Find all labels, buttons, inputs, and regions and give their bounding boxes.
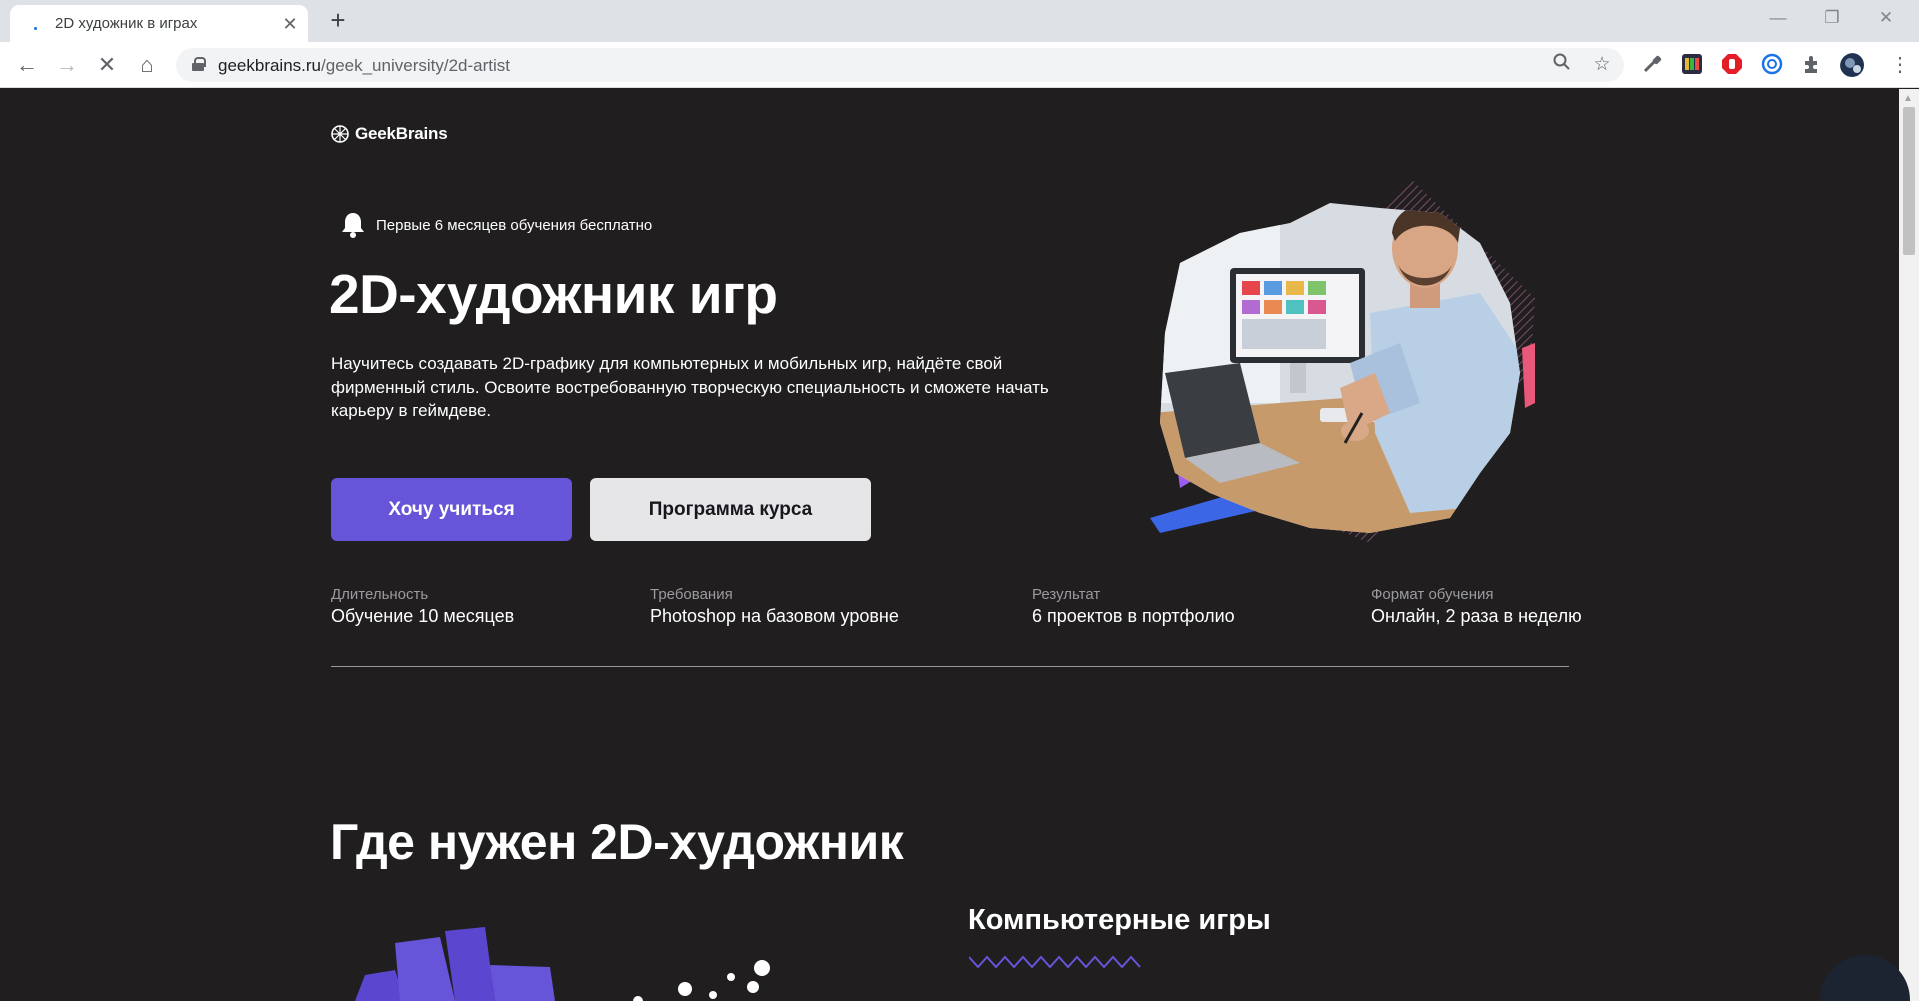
fact-value: Онлайн, 2 раза в неделю xyxy=(1371,606,1582,626)
logo-text: GeekBrains xyxy=(355,124,448,143)
browser-tab[interactable]: 2D художник в играх ✕ xyxy=(10,5,308,42)
url-text[interactable]: geekbrains.ru/geek_university/2d-artist xyxy=(218,56,510,76)
fact-requirements: Требования Photoshop на базовом уровне xyxy=(650,586,899,627)
scroll-up-arrow-icon[interactable]: ▲ xyxy=(1903,93,1913,104)
zoom-icon[interactable] xyxy=(1550,53,1574,77)
promo-banner: Первые 6 месяцев обучения бесплатно xyxy=(340,211,652,239)
extensions-puzzle-icon[interactable] xyxy=(1800,53,1824,77)
minimize-window-button[interactable]: — xyxy=(1756,6,1800,30)
new-tab-button[interactable]: + xyxy=(326,6,350,34)
address-bar[interactable]: geekbrains.ru/geek_university/2d-artist … xyxy=(176,48,1624,82)
color-extension-icon[interactable] xyxy=(1680,53,1704,77)
restore-window-button[interactable]: ❐ xyxy=(1810,6,1854,30)
hero-artist-image xyxy=(1150,178,1535,543)
scrollbar-thumb[interactable] xyxy=(1903,107,1915,255)
page-title: 2D-художник игр xyxy=(329,263,778,325)
fact-duration: Длительность Обучение 10 месяцев xyxy=(331,586,514,627)
site-logo[interactable]: GeekBrains xyxy=(331,124,448,144)
section-divider xyxy=(331,666,1569,667)
eyedropper-extension-icon[interactable] xyxy=(1640,53,1664,77)
fact-result: Результат 6 проектов в портфолио xyxy=(1032,586,1235,627)
forward-button[interactable]: → xyxy=(53,51,81,79)
bell-icon xyxy=(342,213,364,238)
fact-label: Длительность xyxy=(331,586,429,603)
loading-favicon-icon xyxy=(32,21,42,31)
promo-text: Первые 6 месяцев обучения бесплатно xyxy=(376,216,653,234)
fact-format: Формат обучения Онлайн, 2 раза в неделю xyxy=(1371,586,1582,627)
geekbrains-logo-icon xyxy=(331,125,349,143)
home-button[interactable]: ⌂ xyxy=(133,51,161,79)
fact-label: Формат обучения xyxy=(1371,586,1494,603)
fact-value: Обучение 10 месяцев xyxy=(331,606,515,626)
section-subtitle: Компьютерные игры xyxy=(968,904,1271,936)
browser-tabstrip: 2D художник в играх ✕ + — ❐ ✕ xyxy=(0,0,1919,42)
fact-label: Требования xyxy=(650,586,733,603)
fact-label: Результат xyxy=(1032,586,1101,603)
close-window-button[interactable]: ✕ xyxy=(1864,6,1908,30)
fact-value: 6 проектов в портфолио xyxy=(1032,606,1235,626)
hero-description: Научитесь создавать 2D-графику для компь… xyxy=(331,354,1049,420)
profile-avatar[interactable] xyxy=(1840,53,1864,77)
browser-toolbar: ← → ✕ ⌂ geekbrains.ru/geek_university/2d… xyxy=(0,42,1919,88)
section-title: Где нужен 2D-художник xyxy=(330,814,904,870)
stop-loading-button[interactable]: ✕ xyxy=(93,51,121,79)
back-button[interactable]: ← xyxy=(13,51,41,79)
bookmark-star-icon[interactable]: ☆ xyxy=(1590,53,1614,77)
browser-menu-icon[interactable]: ⋮ xyxy=(1888,53,1912,77)
game-art-illustration xyxy=(355,927,770,1001)
tab-title: 2D художник в играх xyxy=(55,15,198,32)
fact-value: Photoshop на базовом уровне xyxy=(650,606,899,626)
enroll-button[interactable]: Хочу учиться xyxy=(331,478,572,541)
close-tab-icon[interactable]: ✕ xyxy=(280,14,300,34)
zigzag-decoration-icon xyxy=(969,955,1141,969)
chat-widget-button[interactable] xyxy=(1820,955,1910,1001)
adblock-extension-icon[interactable] xyxy=(1720,53,1744,77)
course-program-button[interactable]: Программа курса xyxy=(590,478,871,541)
sync-extension-icon[interactable] xyxy=(1760,53,1784,77)
lock-icon[interactable] xyxy=(192,57,206,71)
page-scrollbar[interactable]: ▲ xyxy=(1899,89,1919,1001)
